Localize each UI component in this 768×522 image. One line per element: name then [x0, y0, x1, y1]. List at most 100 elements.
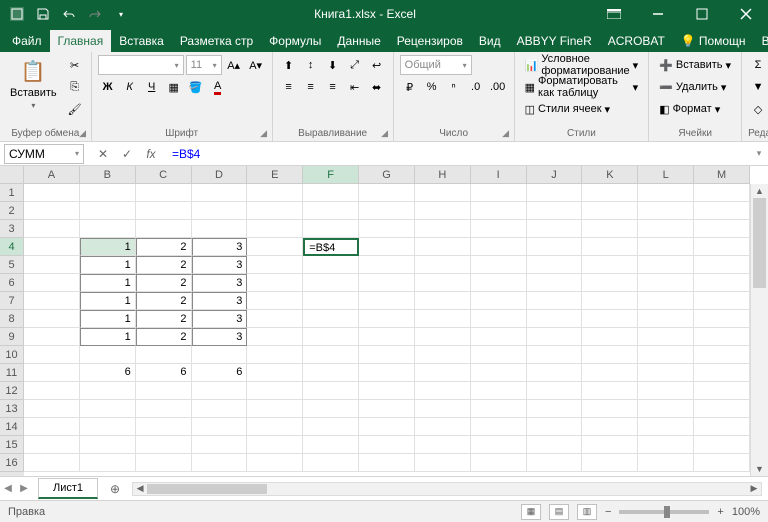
- cell[interactable]: [582, 328, 638, 346]
- cell[interactable]: [582, 292, 638, 310]
- cell[interactable]: [638, 382, 694, 400]
- cell[interactable]: [247, 454, 303, 472]
- cell[interactable]: [247, 256, 303, 274]
- cell[interactable]: [24, 256, 80, 274]
- cell[interactable]: [471, 346, 527, 364]
- cell[interactable]: [24, 238, 80, 256]
- fill-color-icon[interactable]: 🪣: [186, 77, 206, 97]
- sheet-nav-next-icon[interactable]: ▶: [16, 479, 32, 499]
- zoom-out-icon[interactable]: −: [605, 506, 611, 518]
- cell[interactable]: [471, 184, 527, 202]
- close-icon[interactable]: [724, 0, 768, 28]
- cell[interactable]: [415, 454, 471, 472]
- cell[interactable]: [527, 238, 583, 256]
- cell[interactable]: [638, 292, 694, 310]
- name-box[interactable]: СУММ▾: [4, 144, 84, 164]
- row-header[interactable]: 11: [0, 364, 24, 382]
- cell[interactable]: [247, 238, 303, 256]
- cell[interactable]: [359, 274, 415, 292]
- cell[interactable]: [247, 292, 303, 310]
- cell[interactable]: [638, 346, 694, 364]
- cell[interactable]: [80, 400, 136, 418]
- cell[interactable]: [359, 202, 415, 220]
- cell[interactable]: [527, 292, 583, 310]
- cell[interactable]: [80, 454, 136, 472]
- row-header[interactable]: 1: [0, 184, 24, 202]
- cell[interactable]: [582, 202, 638, 220]
- excel-app-icon[interactable]: [6, 3, 28, 25]
- merge-icon[interactable]: ⬌: [367, 77, 387, 97]
- cell[interactable]: [415, 364, 471, 382]
- cell[interactable]: [415, 274, 471, 292]
- cell[interactable]: [80, 202, 136, 220]
- cell[interactable]: [303, 184, 359, 202]
- border-icon[interactable]: ▦: [164, 77, 184, 97]
- clipboard-launcher-icon[interactable]: ◢: [77, 127, 89, 139]
- cell[interactable]: [638, 256, 694, 274]
- cell[interactable]: [471, 400, 527, 418]
- tab-insert[interactable]: Вставка: [111, 30, 172, 52]
- cell[interactable]: [247, 364, 303, 382]
- cell[interactable]: [694, 292, 750, 310]
- undo-icon[interactable]: [58, 3, 80, 25]
- cell[interactable]: [24, 184, 80, 202]
- format-cells[interactable]: ◧Формат ▾: [655, 99, 735, 119]
- hscroll-thumb[interactable]: [147, 484, 267, 494]
- cell[interactable]: [471, 274, 527, 292]
- cell[interactable]: [303, 310, 359, 328]
- cell[interactable]: [247, 328, 303, 346]
- copy-icon[interactable]: ⎘: [65, 77, 85, 97]
- align-center-icon[interactable]: ≡: [301, 77, 321, 97]
- number-launcher-icon[interactable]: ◢: [500, 127, 512, 139]
- row-header[interactable]: 16: [0, 454, 24, 472]
- cell[interactable]: [136, 454, 192, 472]
- cell[interactable]: [80, 382, 136, 400]
- cell[interactable]: [527, 184, 583, 202]
- row-header[interactable]: 13: [0, 400, 24, 418]
- cell[interactable]: [247, 400, 303, 418]
- tab-page-layout[interactable]: Разметка стр: [172, 30, 261, 52]
- col-header-G[interactable]: G: [359, 166, 415, 184]
- cell[interactable]: [694, 274, 750, 292]
- cell[interactable]: [582, 454, 638, 472]
- row-header[interactable]: 6: [0, 274, 24, 292]
- cell[interactable]: [24, 418, 80, 436]
- cell[interactable]: [694, 256, 750, 274]
- cell[interactable]: [192, 400, 248, 418]
- cell[interactable]: [694, 346, 750, 364]
- cell[interactable]: [471, 310, 527, 328]
- align-bottom-icon[interactable]: ⬇: [323, 55, 343, 75]
- cell[interactable]: [582, 184, 638, 202]
- cell[interactable]: [582, 238, 638, 256]
- qat-dropdown-icon[interactable]: ▾: [110, 3, 132, 25]
- cell[interactable]: [192, 454, 248, 472]
- cell[interactable]: [24, 328, 80, 346]
- cell[interactable]: [415, 436, 471, 454]
- page-layout-view-icon[interactable]: ▤: [549, 504, 569, 520]
- cell[interactable]: [582, 400, 638, 418]
- cell[interactable]: [359, 400, 415, 418]
- cell[interactable]: [24, 346, 80, 364]
- cell[interactable]: [359, 220, 415, 238]
- currency-icon[interactable]: ₽: [400, 77, 420, 97]
- cell[interactable]: [192, 346, 248, 364]
- cell[interactable]: [638, 238, 694, 256]
- format-as-table[interactable]: ▦Форматировать как таблицу ▾: [521, 77, 643, 97]
- cell[interactable]: [638, 400, 694, 418]
- cell[interactable]: [136, 418, 192, 436]
- orientation-icon[interactable]: ⤢: [345, 55, 365, 75]
- cell[interactable]: [359, 184, 415, 202]
- cell[interactable]: [415, 184, 471, 202]
- cell[interactable]: [527, 328, 583, 346]
- cell[interactable]: [359, 328, 415, 346]
- cell[interactable]: [582, 346, 638, 364]
- zoom-level[interactable]: 100%: [732, 506, 760, 518]
- cell[interactable]: [415, 328, 471, 346]
- tell-me[interactable]: 💡Помощн: [673, 30, 754, 52]
- col-header-L[interactable]: L: [638, 166, 694, 184]
- inc-decimal-icon[interactable]: .0: [466, 77, 486, 97]
- cell[interactable]: [694, 184, 750, 202]
- font-color-icon[interactable]: A: [208, 77, 228, 97]
- cell[interactable]: [359, 364, 415, 382]
- cell[interactable]: 1: [80, 292, 136, 310]
